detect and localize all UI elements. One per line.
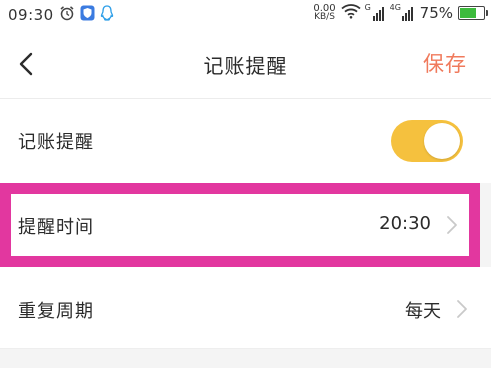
status-bar-left: 09:30: [8, 5, 114, 25]
page-background: [0, 350, 491, 368]
reminder-label: 记账提醒: [18, 132, 94, 153]
reminder-toggle[interactable]: [391, 120, 463, 162]
chevron-right-icon: [457, 300, 467, 318]
status-time: 09:30: [8, 6, 54, 24]
reminder-time-label: 提醒时间: [18, 217, 94, 238]
wifi-icon: [341, 3, 361, 23]
shield-icon: [80, 5, 95, 25]
reminder-toggle-row: 记账提醒: [0, 99, 491, 183]
reminder-time-row[interactable]: 提醒时间 20:30: [11, 194, 469, 256]
signal-label: G: [364, 3, 371, 12]
alarm-icon: [59, 5, 75, 25]
toggle-knob: [424, 123, 460, 159]
save-button[interactable]: 保存: [423, 48, 467, 78]
repeat-cycle-label: 重复周期: [18, 301, 94, 322]
battery-fill: [460, 8, 476, 18]
qq-icon: [100, 5, 114, 25]
net-speed: 0.00 KB/S: [313, 4, 335, 22]
net-speed-unit: KB/S: [314, 12, 335, 22]
signal-icon: G: [364, 3, 386, 21]
signal-4g-icon: 4G: [389, 3, 415, 21]
highlight-frame: 提醒时间 20:30: [0, 183, 480, 267]
battery-percent: 75%: [419, 4, 453, 22]
battery-icon: [458, 6, 488, 20]
navigation-header: 记账提醒 保存: [0, 30, 491, 99]
signal-4g-label: 4G: [389, 3, 401, 12]
repeat-cycle-row[interactable]: 重复周期 每天: [0, 271, 491, 349]
page-title: 记账提醒: [203, 54, 288, 78]
reminder-time-value: 20:30: [379, 213, 431, 234]
status-bar: 09:30 0.00 KB/S G 4G 75%: [0, 0, 491, 30]
repeat-cycle-value: 每天: [405, 301, 441, 322]
chevron-right-icon: [447, 216, 457, 234]
status-bar-right: 0.00 KB/S G 4G 75%: [313, 3, 488, 23]
